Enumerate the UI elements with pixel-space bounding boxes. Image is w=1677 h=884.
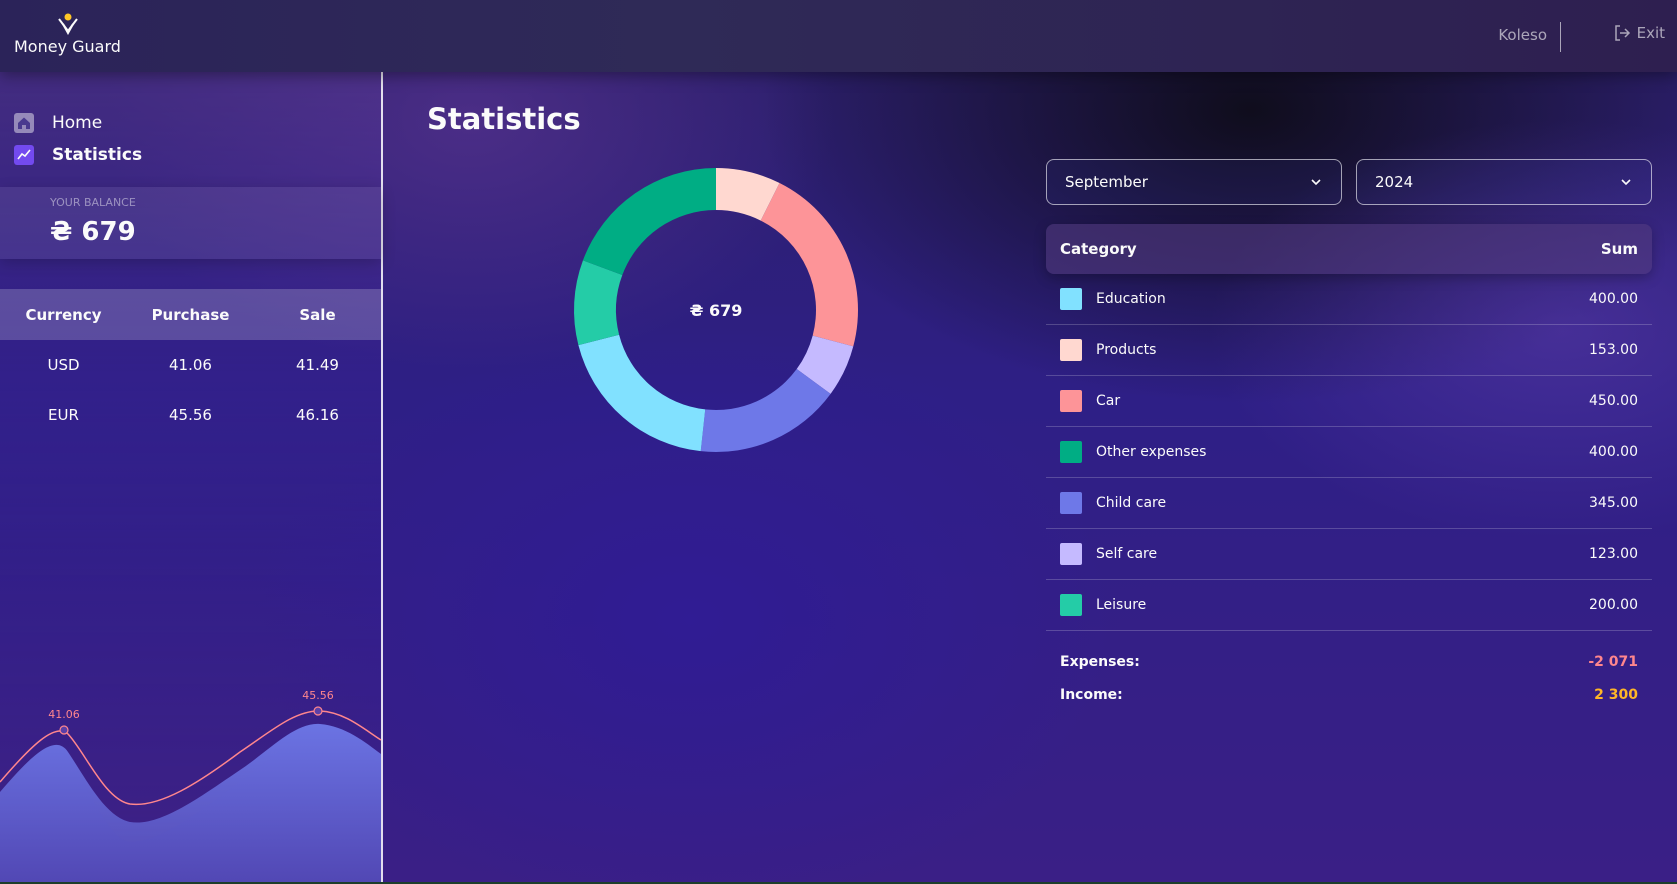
currency-purchase: 45.56 <box>169 406 212 424</box>
donut-slice-car <box>760 183 858 347</box>
exit-button[interactable]: Exit <box>1613 24 1665 42</box>
currency-sale: 46.16 <box>296 406 339 424</box>
category-sum: 400.00 <box>1589 291 1638 307</box>
expenses-label: Expenses: <box>1060 653 1140 670</box>
donut-slice-leisure <box>574 260 623 346</box>
category-swatch <box>1060 492 1082 514</box>
month-select-value: September <box>1065 173 1148 191</box>
home-icon <box>14 113 34 133</box>
currency-code: EUR <box>48 406 79 424</box>
nav-label-statistics: Statistics <box>52 145 143 165</box>
currency-sale: 41.49 <box>296 356 339 374</box>
category-sum: 400.00 <box>1589 444 1638 460</box>
chart-label-eur: 45.56 <box>302 689 334 702</box>
table-row: Education 400.00 <box>1046 274 1652 325</box>
category-table: Category Sum Education 400.00 Products 1… <box>1046 224 1652 711</box>
donut-slice-other-expenses <box>582 168 716 276</box>
expenses-donut-chart: ₴ 679 <box>574 168 858 452</box>
balance-card: YOUR BALANCE ₴ 679 <box>0 187 381 259</box>
app-header: Money Guard Koleso Exit <box>0 0 1677 72</box>
table-row: Child care 345.00 <box>1046 478 1652 529</box>
currency-row-usd: USD 41.06 41.49 <box>0 340 381 390</box>
sidebar: Home Statistics YOUR BALANCE ₴ 679 Curre… <box>0 72 383 884</box>
logo-text: Money Guard <box>14 37 121 56</box>
logo-icon <box>58 13 78 35</box>
currency-code: USD <box>47 356 80 374</box>
category-name: Leisure <box>1096 597 1147 613</box>
month-select[interactable]: September <box>1046 159 1342 205</box>
exit-label: Exit <box>1636 24 1665 42</box>
category-sum: 345.00 <box>1589 495 1638 511</box>
chart-label-usd: 41.06 <box>48 708 80 721</box>
category-name: Car <box>1096 393 1121 409</box>
category-sum: 153.00 <box>1589 342 1638 358</box>
table-row: Car 450.00 <box>1046 376 1652 427</box>
category-sum: 123.00 <box>1589 546 1638 562</box>
currency-header-sale: Sale <box>299 305 336 324</box>
currency-table-header: Currency Purchase Sale <box>0 289 381 340</box>
header-category: Category <box>1060 240 1137 258</box>
nav-label-home: Home <box>52 113 103 133</box>
balance-label: YOUR BALANCE <box>50 196 136 209</box>
balance-value: ₴ 679 <box>50 217 136 247</box>
table-row: Other expenses 400.00 <box>1046 427 1652 478</box>
table-row: Products 153.00 <box>1046 325 1652 376</box>
chart-area <box>0 723 381 884</box>
category-table-body: Education 400.00 Products 153.00 Car 450… <box>1046 274 1652 631</box>
category-sum: 450.00 <box>1589 393 1638 409</box>
category-swatch <box>1060 339 1082 361</box>
chevron-down-icon <box>1311 179 1321 186</box>
income-label: Income: <box>1060 686 1123 703</box>
category-swatch <box>1060 390 1082 412</box>
nav-item-statistics[interactable]: Statistics <box>14 139 142 171</box>
table-row: Self care 123.00 <box>1046 529 1652 580</box>
summary: Expenses: -2 071 Income: 2 300 <box>1046 631 1652 711</box>
expenses-value: -2 071 <box>1588 653 1638 670</box>
currency-header-currency: Currency <box>25 305 102 324</box>
currency-header-purchase: Purchase <box>151 305 230 324</box>
income-row: Income: 2 300 <box>1060 678 1638 711</box>
category-name: Self care <box>1096 546 1158 562</box>
category-name: Education <box>1096 291 1166 307</box>
chevron-down-icon <box>1621 179 1631 186</box>
category-table-header: Category Sum <box>1046 224 1652 274</box>
chart-point-eur <box>313 706 323 716</box>
year-select-value: 2024 <box>1375 173 1414 191</box>
logo[interactable]: Money Guard <box>14 13 124 59</box>
currency-purchase: 41.06 <box>169 356 212 374</box>
category-swatch <box>1060 543 1082 565</box>
currency-table: Currency Purchase Sale USD 41.06 41.49 E… <box>0 289 381 440</box>
header-divider <box>1560 22 1561 52</box>
donut-slice-child-care <box>700 369 831 452</box>
header-sum: Sum <box>1600 240 1638 258</box>
exit-icon <box>1614 25 1630 41</box>
nav-item-home[interactable]: Home <box>14 107 142 139</box>
expenses-row: Expenses: -2 071 <box>1060 645 1638 678</box>
category-sum: 200.00 <box>1589 597 1638 613</box>
year-select[interactable]: 2024 <box>1356 159 1652 205</box>
category-name: Child care <box>1096 495 1167 511</box>
user-name: Koleso <box>1498 26 1547 44</box>
category-swatch <box>1060 441 1082 463</box>
table-row: Leisure 200.00 <box>1046 580 1652 631</box>
page-title: Statistics <box>427 102 581 136</box>
currency-row-eur: EUR 45.56 46.16 <box>0 390 381 440</box>
chart-point-usd <box>59 725 69 735</box>
donut-center-value: ₴ 679 <box>690 301 743 320</box>
statistics-icon <box>14 145 34 165</box>
category-name: Products <box>1096 342 1157 358</box>
income-value: 2 300 <box>1594 686 1638 703</box>
category-name: Other expenses <box>1096 444 1207 460</box>
category-swatch <box>1060 288 1082 310</box>
category-swatch <box>1060 594 1082 616</box>
donut-slice-education <box>578 334 706 452</box>
currency-chart: 41.06 45.56 <box>0 689 381 884</box>
sidebar-nav: Home Statistics <box>14 107 142 171</box>
